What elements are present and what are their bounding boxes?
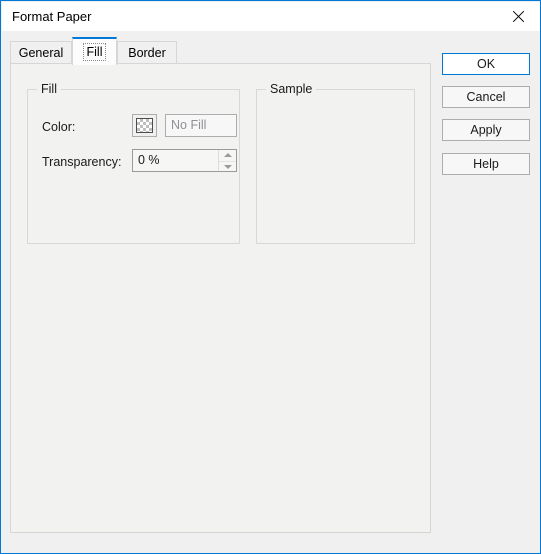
tab-panel-fill: Fill Color: No Fill Transparency: 0 % Sa…: [10, 63, 431, 533]
tab-border[interactable]: Border: [117, 41, 177, 64]
transparency-spin-buttons: [218, 150, 236, 171]
fill-groupbox-label: Fill: [37, 82, 61, 97]
window-title: Format Paper: [12, 9, 92, 24]
tab-general[interactable]: General: [10, 41, 72, 64]
color-swatch-button[interactable]: [132, 114, 157, 137]
close-button[interactable]: [496, 2, 540, 31]
cancel-button[interactable]: Cancel: [442, 86, 530, 108]
tab-fill-label: Fill: [82, 43, 107, 61]
fill-groupbox: Fill Color: No Fill Transparency: 0 %: [27, 82, 240, 244]
help-button[interactable]: Help: [442, 153, 530, 175]
ok-button[interactable]: OK: [442, 53, 530, 75]
transparency-increment-button[interactable]: [219, 150, 236, 161]
tab-border-label: Border: [128, 45, 166, 60]
close-icon: [512, 10, 525, 23]
color-value-field[interactable]: No Fill: [165, 114, 237, 137]
format-paper-dialog: Format Paper General Fill Border Fill Co…: [0, 0, 541, 554]
title-bar: Format Paper: [2, 2, 540, 31]
transparency-decrement-button[interactable]: [219, 160, 236, 173]
spinner-down-icon: [223, 164, 232, 169]
color-label: Color:: [42, 120, 76, 134]
transparent-checkerboard-swatch-icon: [136, 118, 153, 133]
spinner-up-icon: [223, 153, 232, 158]
dialog-client-area: General Fill Border Fill Color: No Fill …: [2, 31, 540, 553]
tab-fill[interactable]: Fill: [72, 37, 117, 65]
sample-groupbox: Sample: [256, 82, 415, 244]
tab-general-label: General: [18, 45, 64, 60]
sample-preview-area: [257, 90, 414, 243]
transparency-stepper[interactable]: 0 %: [132, 149, 237, 172]
transparency-label: Transparency:: [42, 155, 122, 169]
transparency-value: 0 %: [138, 153, 160, 167]
apply-button[interactable]: Apply: [442, 119, 530, 141]
